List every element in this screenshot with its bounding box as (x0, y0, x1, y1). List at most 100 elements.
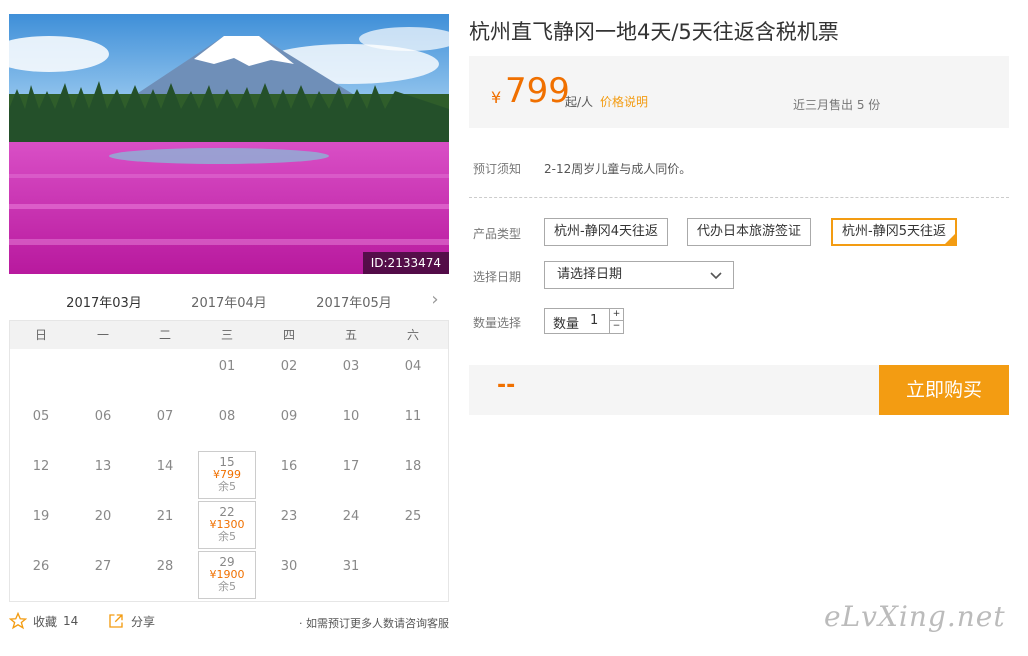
calendar-day-available[interactable]: 22 ¥1300 余5 (198, 501, 256, 549)
weekday-sun: 日 (34, 328, 47, 342)
date-select-value: 请选择日期 (557, 267, 623, 282)
day-number: 06 (94, 409, 112, 424)
tab-month-2017-05[interactable]: 2017年05月 (309, 292, 399, 320)
calendar-day: 24 (322, 501, 380, 549)
price-explanation-link[interactable]: 价格说明 (600, 93, 648, 110)
day-number: 22 (219, 505, 235, 519)
product-type-option-visa[interactable]: 代办日本旅游签证 (687, 218, 812, 246)
day-number: 26 (32, 559, 50, 574)
purchase-bar: -- 立即购买 (469, 365, 1009, 415)
day-stock: 余5 (218, 530, 236, 543)
calendar-day: 21 (136, 501, 194, 549)
divider (469, 197, 1009, 198)
day-number: 27 (94, 559, 112, 574)
favorite-button[interactable]: 收藏 14 (9, 612, 78, 630)
buy-now-button[interactable]: 立即购买 (879, 365, 1009, 415)
day-number: 12 (32, 459, 50, 474)
price-value: 799 (505, 71, 570, 111)
day-number: 02 (280, 359, 298, 374)
day-number: 19 (32, 509, 50, 524)
calendar-day: 17 (322, 451, 380, 499)
day-number: 18 (404, 459, 422, 474)
quantity-value[interactable]: 1 (590, 313, 598, 328)
calendar-day: 16 (260, 451, 318, 499)
calendar-day: 10 (322, 401, 380, 449)
calendar-day: 03 (322, 351, 380, 399)
favorite-label: 收藏 (33, 614, 58, 629)
image-id-badge: ID:2133474 (362, 252, 449, 274)
calendar-day: 25 (384, 501, 442, 549)
weekday-fri: 五 (344, 328, 357, 342)
day-stock: 余5 (218, 480, 236, 493)
option-label: 杭州-静冈4天往返 (554, 224, 658, 239)
calendar-day: 12 (12, 451, 70, 499)
quantity-label: 数量选择 (473, 316, 522, 330)
calendar-day: 06 (74, 401, 132, 449)
chevron-down-icon (710, 272, 722, 280)
day-number: 13 (94, 459, 112, 474)
day-number: 11 (404, 409, 422, 424)
day-number: 28 (156, 559, 174, 574)
day-number: 20 (94, 509, 112, 524)
price-calendar: 日 一 二 三 四 五 六 01 02 03 04 05 06 07 08 09 10 11 12 13… (9, 320, 449, 602)
mount-fuji-flower-field-image (9, 14, 449, 274)
chevron-right-icon[interactable]: › (427, 290, 443, 310)
quantity-stepper: 数量 1 + − (544, 308, 624, 334)
notice-label: 预订须知 (473, 162, 522, 176)
day-number: 24 (342, 509, 360, 524)
calendar-day: 28 (136, 551, 194, 599)
date-label: 选择日期 (473, 270, 522, 284)
share-label: 分享 (131, 614, 156, 629)
tab-month-2017-04[interactable]: 2017年04月 (184, 292, 274, 320)
share-button[interactable]: 分享 (107, 612, 155, 630)
calendar-day: 02 (260, 351, 318, 399)
calendar-day: 05 (12, 401, 70, 449)
product-title: 杭州直飞静冈一地4天/5天往返含税机票 (469, 20, 839, 44)
star-icon (9, 612, 27, 630)
day-number: 04 (404, 359, 422, 374)
calendar-day: 14 (136, 451, 194, 499)
day-number: 21 (156, 509, 174, 524)
sold-count: 近三月售出 5 份 (793, 98, 881, 112)
watermark-logo: eLvXing.net (824, 600, 1006, 633)
day-number: 15 (219, 455, 235, 469)
day-number: 05 (32, 409, 50, 424)
day-number: 31 (342, 559, 360, 574)
day-number: 07 (156, 409, 174, 424)
calendar-day: 13 (74, 451, 132, 499)
day-number: 03 (342, 359, 360, 374)
tab-month-2017-03[interactable]: 2017年03月 (59, 292, 149, 323)
date-select[interactable]: 请选择日期 (544, 261, 734, 289)
calendar-day: 23 (260, 501, 318, 549)
day-number: 17 (342, 459, 360, 474)
minus-icon[interactable]: − (609, 321, 623, 333)
selected-check-icon (944, 234, 955, 244)
calendar-day: 31 (322, 551, 380, 599)
product-type-option-4day[interactable]: 杭州-静冈4天往返 (544, 218, 668, 246)
product-type-option-5day[interactable]: 杭州-静冈5天往返 (831, 218, 957, 246)
weekday-mon: 一 (96, 328, 109, 342)
total-price: -- (497, 373, 516, 398)
option-label: 杭州-静冈5天往返 (842, 224, 946, 239)
calendar-day: 20 (74, 501, 132, 549)
month-tabs: 2017年03月 2017年04月 2017年05月 › (9, 284, 449, 324)
calendar-day: 30 (260, 551, 318, 599)
day-number: 09 (280, 409, 298, 424)
favorite-count: 14 (63, 614, 79, 628)
day-number: 01 (218, 359, 236, 374)
calendar-day-available[interactable]: 15 ¥799 余5 (198, 451, 256, 499)
day-number: 29 (219, 555, 235, 569)
price-box: ¥ 799 起/人 价格说明 近三月售出 5 份 (469, 56, 1009, 128)
calendar-day: 19 (12, 501, 70, 549)
calendar-day-available[interactable]: 29 ¥1900 余5 (198, 551, 256, 599)
calendar-day: 01 (198, 351, 256, 399)
booking-notice: 2-12周岁儿童与成人同价。 (544, 162, 692, 176)
plus-icon[interactable]: + (609, 309, 623, 321)
weekday-thu: 四 (282, 328, 295, 342)
currency-symbol: ¥ (491, 88, 502, 107)
calendar-day: 08 (198, 401, 256, 449)
left-footer: 收藏 14 分享 · 如需预订更多人数请咨询客服 (9, 612, 449, 634)
quantity-inner-label: 数量 (553, 317, 580, 332)
day-number: 16 (280, 459, 298, 474)
weekday-tue: 二 (158, 328, 171, 342)
